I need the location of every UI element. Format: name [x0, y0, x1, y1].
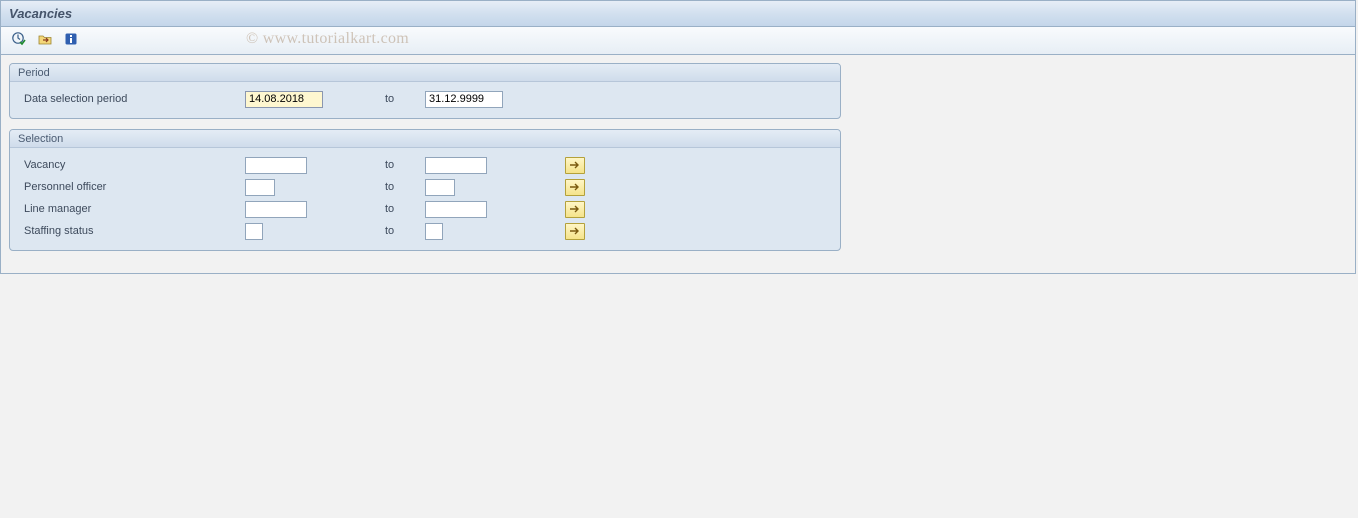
input-line-manager-to[interactable] [425, 201, 487, 218]
input-period-to[interactable] [425, 91, 503, 108]
info-icon [63, 31, 79, 50]
arrow-right-icon [569, 204, 581, 214]
input-vacancy-to[interactable] [425, 157, 487, 174]
label-personnel-officer-to: to [385, 181, 425, 193]
title-bar: Vacancies [1, 1, 1355, 27]
input-vacancy-from[interactable] [245, 157, 307, 174]
group-period-header: Period [10, 64, 840, 82]
label-vacancy: Vacancy [20, 159, 245, 171]
group-period: Period Data selection period to [9, 63, 841, 119]
page-title: Vacancies [9, 6, 72, 21]
row-data-selection-period: Data selection period to [20, 88, 830, 110]
app-window: Vacancies [0, 0, 1356, 274]
arrow-right-icon [569, 226, 581, 236]
multiple-selection-personnel-officer[interactable] [565, 179, 585, 196]
label-vacancy-to: to [385, 159, 425, 171]
multiple-selection-line-manager[interactable] [565, 201, 585, 218]
input-period-from[interactable] [245, 91, 323, 108]
input-staffing-status-from[interactable] [245, 223, 263, 240]
get-variant-button[interactable] [35, 31, 55, 51]
watermark-text: © www.tutorialkart.com [246, 30, 409, 48]
input-personnel-officer-to[interactable] [425, 179, 455, 196]
folder-arrow-icon [37, 31, 53, 50]
input-staffing-status-to[interactable] [425, 223, 443, 240]
row-vacancy: Vacancy to [20, 154, 830, 176]
multiple-selection-staffing-status[interactable] [565, 223, 585, 240]
group-selection: Selection Vacancy to [9, 129, 841, 251]
arrow-right-icon [569, 160, 581, 170]
row-staffing-status: Staffing status to [20, 220, 830, 242]
label-staffing-status-to: to [385, 225, 425, 237]
group-selection-body: Vacancy to [10, 148, 840, 250]
input-personnel-officer-from[interactable] [245, 179, 275, 196]
label-staffing-status: Staffing status [20, 225, 245, 237]
clock-check-icon [11, 31, 27, 50]
content-area: Period Data selection period to Selectio… [1, 55, 1355, 273]
label-data-selection-period: Data selection period [20, 93, 245, 105]
toolbar: © www.tutorialkart.com [1, 27, 1355, 55]
multiple-selection-vacancy[interactable] [565, 157, 585, 174]
row-line-manager: Line manager to [20, 198, 830, 220]
row-personnel-officer: Personnel officer to [20, 176, 830, 198]
info-button[interactable] [61, 31, 81, 51]
execute-button[interactable] [9, 31, 29, 51]
label-period-to: to [385, 93, 425, 105]
group-selection-header: Selection [10, 130, 840, 148]
input-line-manager-from[interactable] [245, 201, 307, 218]
arrow-right-icon [569, 182, 581, 192]
label-line-manager-to: to [385, 203, 425, 215]
label-personnel-officer: Personnel officer [20, 181, 245, 193]
group-period-body: Data selection period to [10, 82, 840, 118]
label-line-manager: Line manager [20, 203, 245, 215]
